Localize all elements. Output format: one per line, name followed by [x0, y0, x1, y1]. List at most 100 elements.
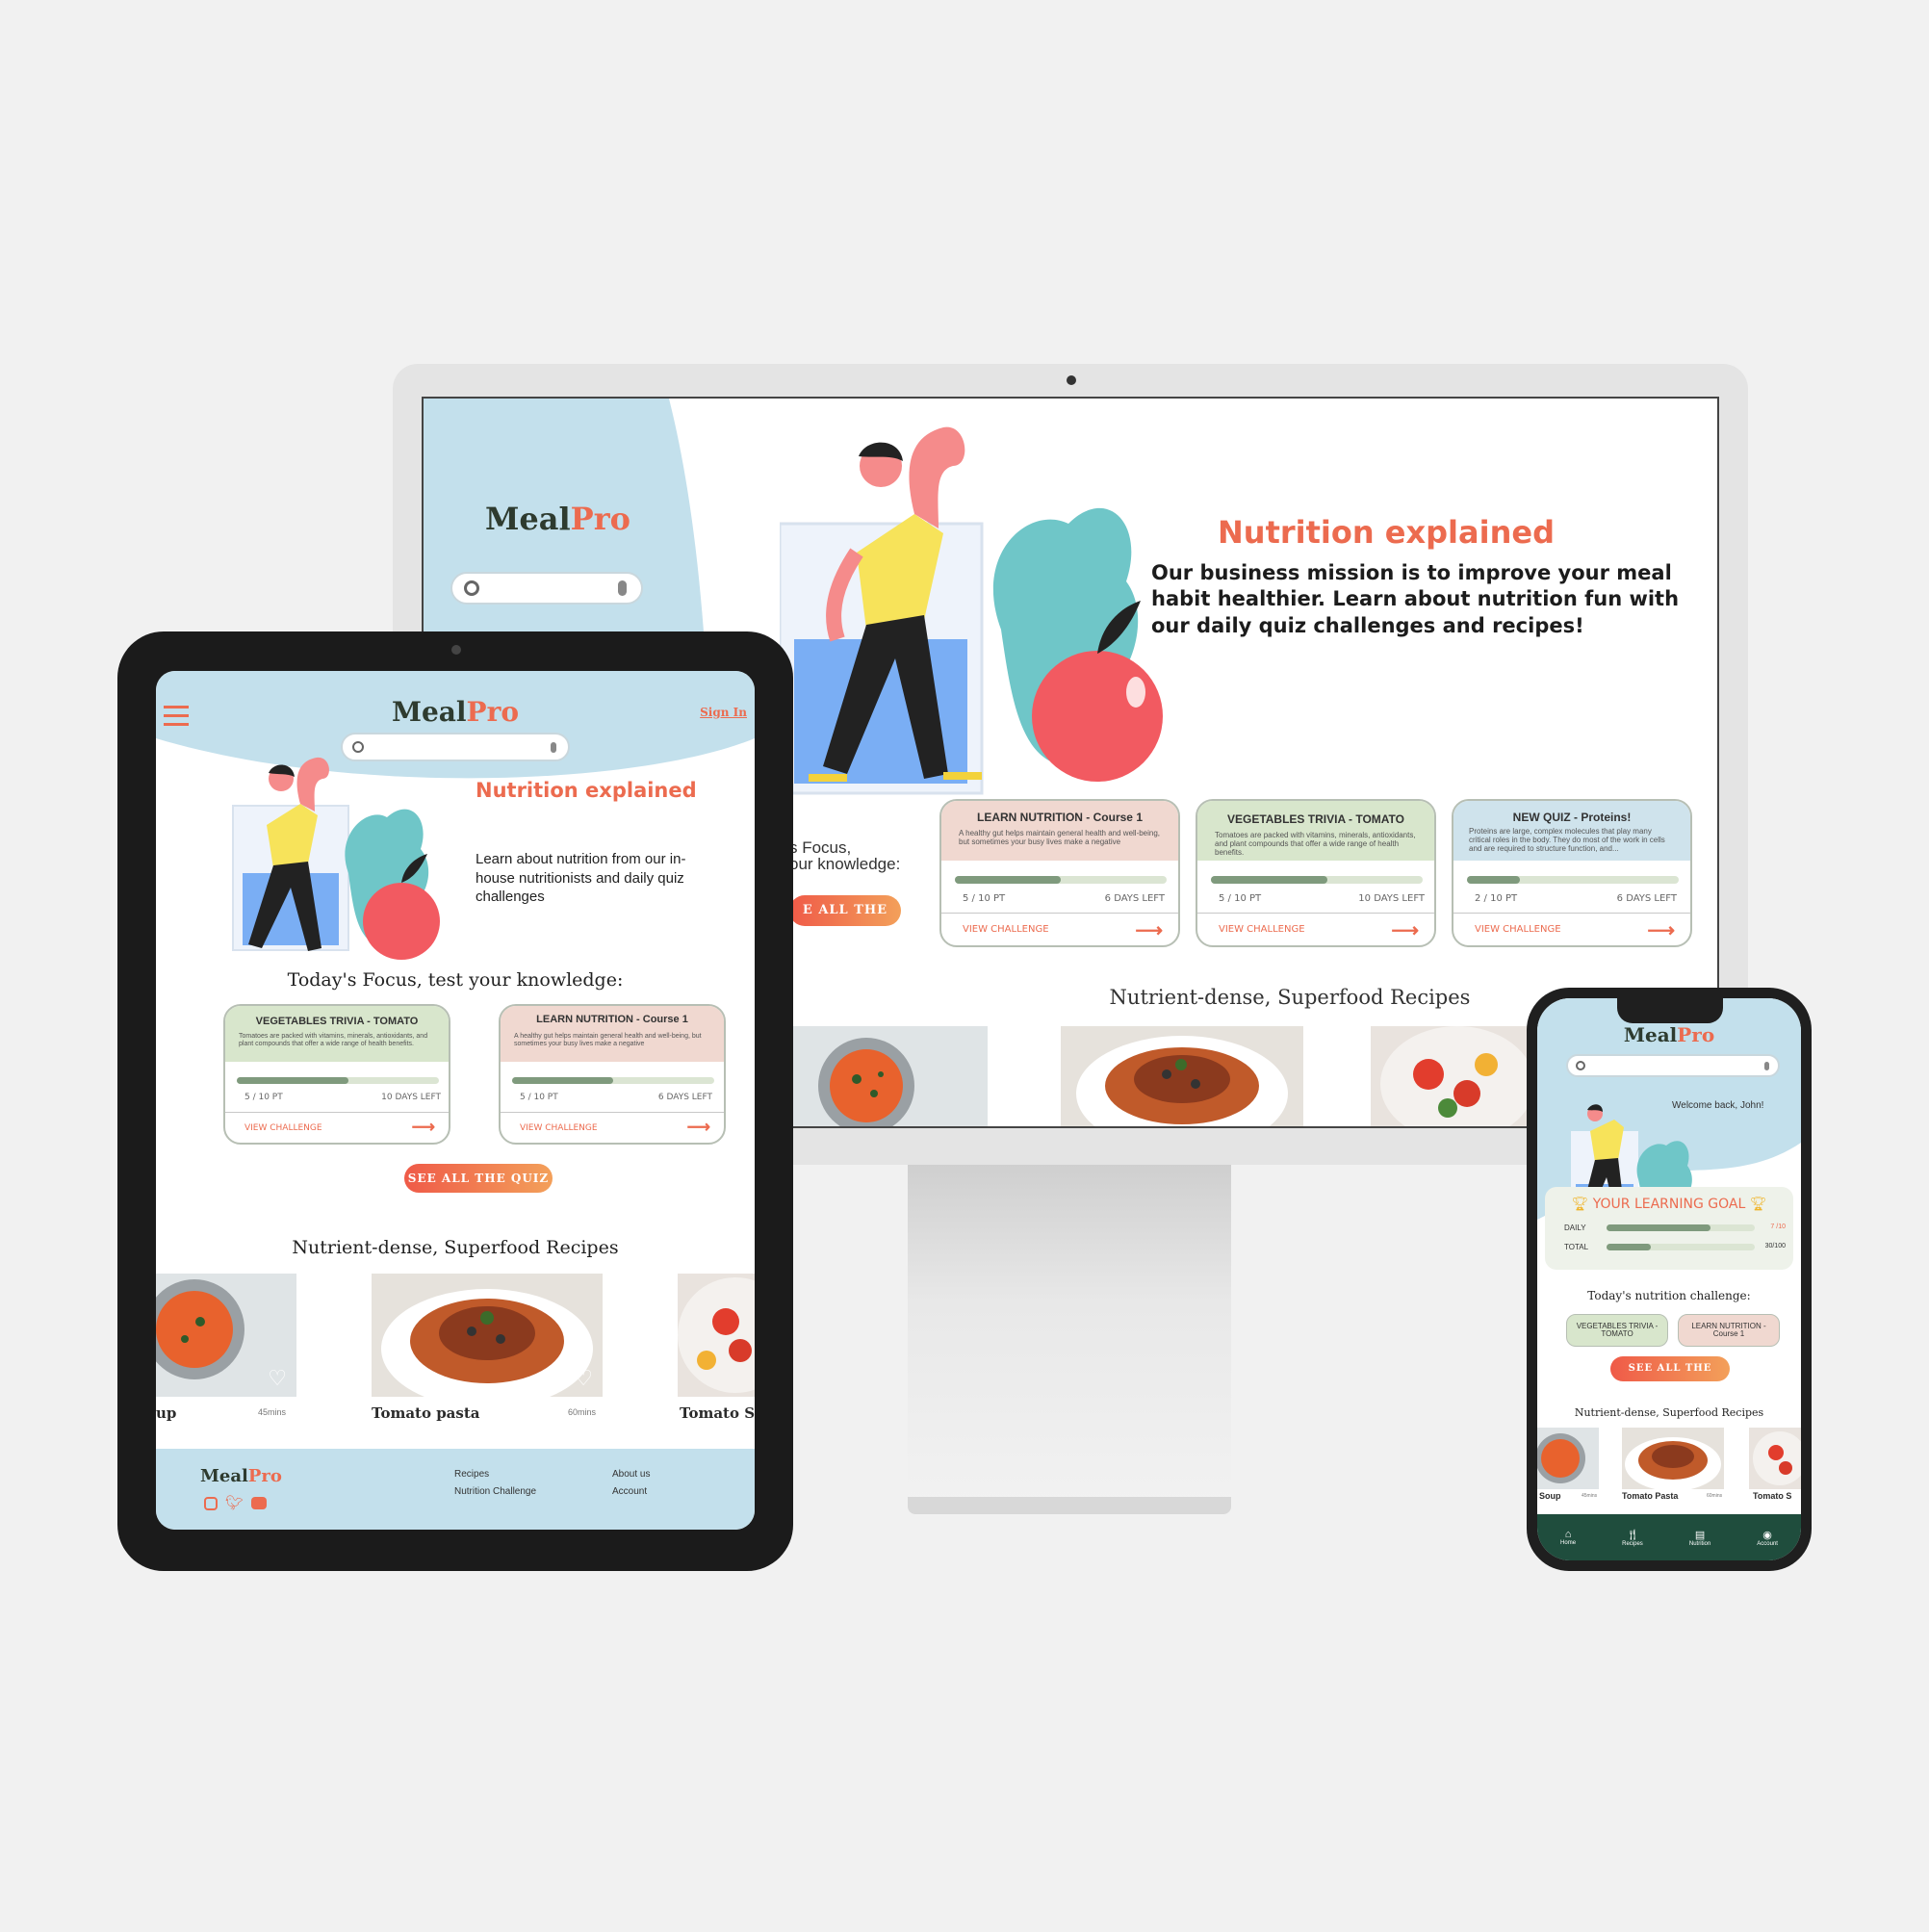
tablet-recipes-heading: Nutrient-dense, Superfood Recipes: [292, 1237, 619, 1258]
card-divider: [225, 1112, 449, 1113]
card-points: 5 / 10 PT: [963, 893, 1006, 904]
phone-search-input[interactable]: [1566, 1054, 1780, 1077]
nav-nutrition[interactable]: ▤ Nutrition: [1689, 1529, 1710, 1547]
recipe-image-soup[interactable]: ♡: [156, 1274, 296, 1397]
challenge-card[interactable]: NEW QUIZ - Proteins! Proteins are large,…: [1452, 799, 1692, 947]
card-description: Tomatoes are packed with vitamins, miner…: [1215, 831, 1416, 857]
total-progress-bar: [1607, 1244, 1755, 1250]
nav-recipes[interactable]: 🍴︎ Recipes: [1622, 1529, 1643, 1547]
challenge-card[interactable]: VEGETABLES TRIVIA - TOMATO Tomatoes are …: [1196, 799, 1436, 947]
recipe-image-salad[interactable]: [678, 1274, 755, 1397]
monitor-stand: [908, 1165, 1231, 1507]
card-days-left: 6 DAYS LEFT: [1616, 893, 1677, 904]
microphone-icon[interactable]: [618, 580, 627, 596]
progress-bar: [1467, 876, 1679, 884]
hero-illustration: [780, 426, 1163, 795]
desktop-see-all-quiz-button[interactable]: E ALL THE QUIZ: [789, 895, 901, 948]
footer-link[interactable]: Nutrition Challenge: [454, 1483, 536, 1501]
learning-goal-panel: 🏆︎ YOUR LEARNING GOAL 🏆︎ DAILY 7 /10 TOT…: [1545, 1187, 1793, 1270]
home-icon: ⌂: [1564, 1529, 1572, 1540]
arrow-right-icon[interactable]: ⟶: [1135, 918, 1163, 942]
daily-label: DAILY: [1564, 1224, 1586, 1232]
challenge-card[interactable]: LEARN NUTRITION - Course 1 A healthy gut…: [499, 1004, 726, 1145]
challenge-chip[interactable]: LEARN NUTRITION - Course 1: [1678, 1314, 1780, 1347]
heart-icon[interactable]: ♡: [268, 1366, 287, 1391]
daily-value: 7 /10: [1770, 1224, 1786, 1230]
footer-link[interactable]: About us: [612, 1466, 650, 1483]
recipe-time: 60mins: [568, 1407, 597, 1417]
recipe-name: Tomato S: [680, 1404, 755, 1422]
recipe-name: Tomato Pasta: [1622, 1491, 1679, 1501]
arrow-right-icon[interactable]: ⟶: [412, 1118, 435, 1137]
heart-icon[interactable]: ♡: [574, 1366, 593, 1391]
daily-progress-bar: [1607, 1224, 1755, 1231]
microphone-icon[interactable]: [551, 742, 556, 753]
phone-notch: [1617, 998, 1723, 1023]
bottom-nav: ⌂ Home 🍴︎ Recipes ▤ Nutrition ◉ Account: [1537, 1514, 1801, 1560]
arrow-right-icon[interactable]: ⟶: [687, 1118, 710, 1137]
desktop-hero-text: Our business mission is to improve your …: [1151, 561, 1680, 637]
footer-link[interactable]: Account: [612, 1483, 650, 1501]
card-title: VEGETABLES TRIVIA - TOMATO: [255, 1016, 419, 1027]
progress-bar: [955, 876, 1167, 884]
recipe-image-pasta[interactable]: [1061, 1026, 1303, 1126]
learning-goal-title: 🏆︎ YOUR LEARNING GOAL 🏆︎: [1571, 1197, 1767, 1212]
footer-link[interactable]: Recipes: [454, 1466, 536, 1483]
recipe-image-soup[interactable]: [789, 1026, 988, 1126]
desktop-search-input[interactable]: [450, 572, 643, 605]
recipe-name: up: [156, 1404, 177, 1422]
youtube-icon[interactable]: [251, 1497, 268, 1509]
card-divider: [1197, 913, 1434, 914]
tablet-focus-heading: Today's Focus, test your knowledge:: [287, 969, 624, 991]
recipe-time: 45mins: [1582, 1493, 1598, 1499]
challenge-card[interactable]: VEGETABLES TRIVIA - TOMATO Tomatoes are …: [223, 1004, 450, 1145]
arrow-right-icon[interactable]: ⟶: [1647, 918, 1675, 942]
view-challenge-link[interactable]: VIEW CHALLENGE: [520, 1123, 598, 1133]
view-challenge-link[interactable]: VIEW CHALLENGE: [1219, 924, 1305, 935]
book-icon: ▤: [1694, 1529, 1706, 1541]
recipe-image-salad[interactable]: [1371, 1026, 1544, 1126]
card-days-left: 6 DAYS LEFT: [1104, 893, 1165, 904]
user-icon: ◉: [1762, 1529, 1772, 1541]
phone-see-all-quiz-button[interactable]: SEE ALL THE QUIZ: [1610, 1356, 1730, 1399]
recipe-name: Tomato S: [1753, 1491, 1792, 1501]
twitter-icon[interactable]: 🐦︎: [225, 1496, 244, 1510]
card-title: LEARN NUTRITION - Course 1: [976, 811, 1143, 824]
footer-logo[interactable]: MealPro: [200, 1466, 282, 1486]
desktop-logo[interactable]: MealPro: [485, 501, 630, 537]
recipe-image-salad[interactable]: [1749, 1428, 1801, 1489]
card-description: A healthy gut helps maintain general hea…: [514, 1033, 702, 1047]
card-description: Proteins are large, complex molecules th…: [1469, 827, 1665, 853]
card-points: 2 / 10 PT: [1475, 893, 1518, 904]
total-value: 30/100: [1764, 1243, 1786, 1249]
nav-home[interactable]: ⌂ Home: [1560, 1529, 1576, 1546]
recipe-image-pasta[interactable]: [1622, 1428, 1724, 1489]
recipe-image-soup[interactable]: [1537, 1428, 1599, 1489]
view-challenge-link[interactable]: VIEW CHALLENGE: [244, 1123, 322, 1133]
instagram-icon[interactable]: [204, 1497, 218, 1510]
microphone-icon[interactable]: [1764, 1062, 1769, 1070]
tablet-see-all-quiz-button[interactable]: SEE ALL THE QUIZ: [404, 1164, 553, 1193]
sign-in-link[interactable]: Sign In: [700, 706, 747, 719]
desktop-hero-title: Nutrition explained: [1218, 514, 1555, 551]
view-challenge-link[interactable]: VIEW CHALLENGE: [1475, 924, 1561, 935]
recipe-image-pasta[interactable]: ♡: [372, 1274, 603, 1397]
phone-logo[interactable]: MealPro: [1537, 1023, 1801, 1046]
recipe-name: Tomato pasta: [372, 1404, 480, 1422]
challenge-card[interactable]: LEARN NUTRITION - Course 1 A healthy gut…: [939, 799, 1180, 947]
nav-account[interactable]: ◉ Account: [1757, 1529, 1778, 1547]
challenge-heading: Today's nutrition challenge:: [1587, 1289, 1751, 1302]
tablet-logo[interactable]: MealPro: [156, 696, 755, 728]
tablet-hero-text: Learn about nutrition from our in-house …: [476, 851, 686, 905]
tablet-hero-title: Nutrition explained: [476, 779, 697, 802]
card-divider: [501, 1112, 724, 1113]
social-icons: 🐦︎: [204, 1496, 268, 1510]
challenge-chip[interactable]: VEGETABLES TRIVIA - TOMATO: [1566, 1314, 1668, 1347]
view-challenge-link[interactable]: VIEW CHALLENGE: [963, 924, 1049, 935]
arrow-right-icon[interactable]: ⟶: [1391, 918, 1419, 942]
trophy-icon: 🏆︎: [1749, 1197, 1767, 1212]
footer-links-col2: About us Account: [612, 1466, 650, 1501]
card-points: 5 / 10 PT: [1219, 893, 1262, 904]
card-divider: [1453, 913, 1690, 914]
monitor-stand-foot: [908, 1497, 1231, 1514]
